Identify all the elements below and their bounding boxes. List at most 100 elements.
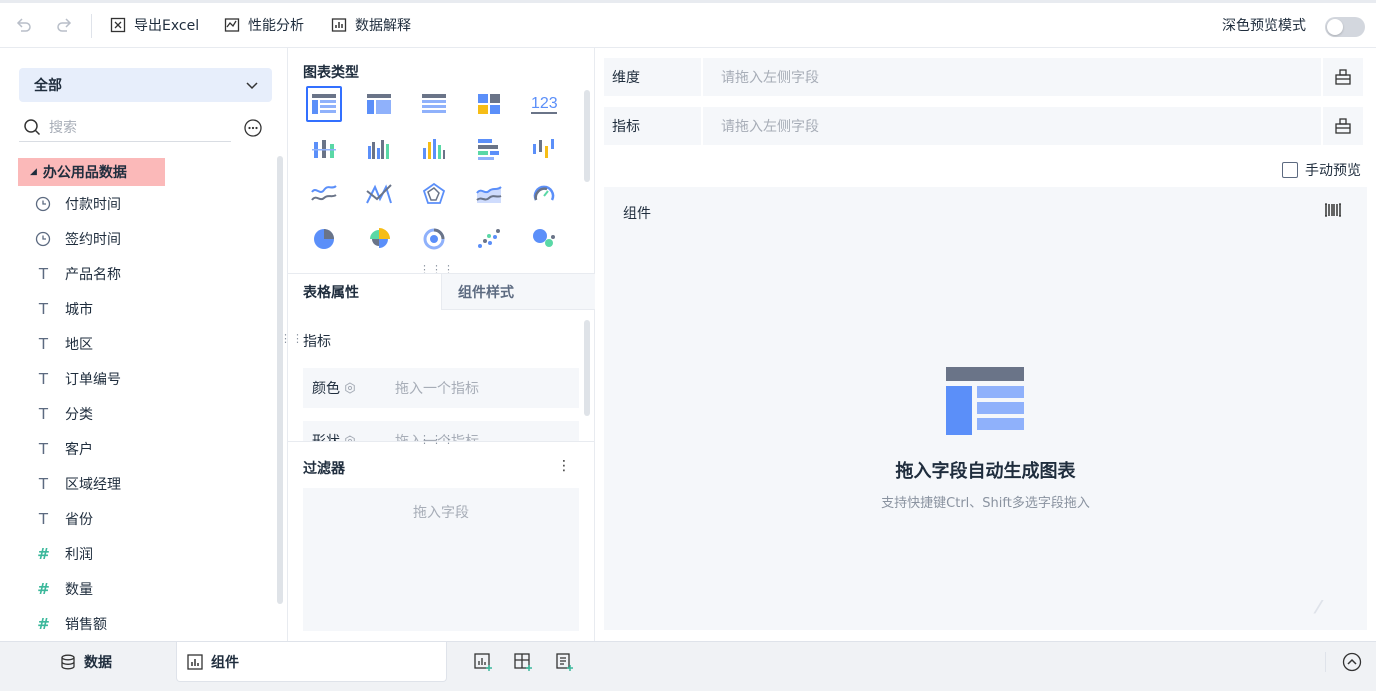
indicator-label: 指标 bbox=[303, 334, 331, 350]
canvas-panel: 维度 请拖入左侧字段 指标 请拖入左侧字段 手动预览 组件 拖入字段自动生成图表… bbox=[595, 48, 1376, 641]
dataset-name: 办公用品数据 bbox=[42, 165, 127, 181]
filter-resize-handle[interactable]: ⋮⋮⋮ bbox=[419, 434, 455, 445]
performance-analysis-button[interactable]: 性能分析 bbox=[222, 11, 304, 39]
chart-type-title: 图表类型 bbox=[303, 65, 359, 81]
add-dashboard-icon[interactable] bbox=[513, 652, 533, 672]
measure-drop-zone[interactable]: 请拖入左侧字段 bbox=[703, 107, 1321, 145]
field-item[interactable]: 付款时间 bbox=[35, 186, 265, 221]
checkbox-box[interactable] bbox=[1282, 162, 1298, 178]
tab-component-style[interactable]: 组件样式 bbox=[441, 274, 595, 310]
dataset-select[interactable]: 全部 bbox=[19, 68, 272, 102]
left-resize-handle[interactable]: ⋮⋮ bbox=[280, 333, 304, 344]
range-bar-chart-icon[interactable] bbox=[526, 131, 562, 167]
manual-preview-checkbox[interactable]: 手动预览 bbox=[1282, 160, 1361, 180]
field-item[interactable]: 签约时间 bbox=[35, 221, 265, 256]
area-chart-icon[interactable] bbox=[471, 176, 507, 212]
field-list-scrollbar[interactable] bbox=[277, 156, 283, 604]
field-item[interactable]: T 区域经理 bbox=[35, 466, 265, 501]
search-input[interactable]: 搜索 bbox=[19, 112, 231, 142]
grouped-bar-chart-icon[interactable] bbox=[361, 131, 397, 167]
field-label: 订单编号 bbox=[65, 371, 121, 388]
tab-data[interactable]: 数据 bbox=[60, 642, 112, 682]
field-item[interactable]: T 省份 bbox=[35, 501, 265, 536]
donut-chart-icon[interactable] bbox=[416, 221, 452, 257]
cross-table-chart-icon[interactable] bbox=[416, 86, 452, 122]
line-chart-icon[interactable] bbox=[306, 176, 342, 212]
add-report-icon[interactable] bbox=[554, 652, 574, 672]
filter-more-icon[interactable]: ⋮ bbox=[557, 458, 571, 474]
indicator-card-chart-icon[interactable] bbox=[471, 86, 507, 122]
component-chart-icon bbox=[187, 653, 203, 670]
data-explain-button[interactable]: 数据解释 bbox=[329, 11, 411, 39]
rose-pie-chart-icon[interactable] bbox=[361, 221, 397, 257]
search-icon bbox=[23, 118, 41, 136]
performance-analysis-label: 性能分析 bbox=[248, 18, 304, 34]
filter-drop-zone[interactable]: 拖入字段 bbox=[303, 488, 579, 631]
data-explain-icon bbox=[329, 15, 349, 35]
number-field-icon: # bbox=[37, 614, 50, 633]
stacked-bar-chart-icon[interactable] bbox=[306, 131, 342, 167]
field-item[interactable]: T 订单编号 bbox=[35, 361, 265, 396]
scatter-chart-icon[interactable] bbox=[471, 221, 507, 257]
performance-icon bbox=[222, 15, 242, 35]
settings-icon[interactable] bbox=[344, 382, 356, 394]
column-chart-icon[interactable] bbox=[416, 131, 452, 167]
chart-type-scrollbar[interactable] bbox=[584, 90, 590, 182]
undo-icon bbox=[14, 15, 34, 35]
data-panel: 全部 搜索 ◢ 办公用品数据 付款时间 签约时间 T 产品名称 T 城市 T 地区 T 订单编号 T… bbox=[0, 48, 288, 641]
horizontal-bar-chart-icon[interactable] bbox=[471, 131, 507, 167]
measure-row: 指标 请拖入左侧字段 bbox=[604, 107, 1363, 145]
radar-line-chart-icon[interactable] bbox=[361, 176, 397, 212]
field-item[interactable]: # 数量 bbox=[35, 571, 265, 606]
detail-table-chart-icon[interactable] bbox=[306, 86, 342, 122]
field-label: 区域经理 bbox=[65, 476, 121, 493]
dimension-drop-zone[interactable]: 请拖入左侧字段 bbox=[703, 58, 1321, 96]
field-item[interactable]: T 城市 bbox=[35, 291, 265, 326]
property-scrollbar[interactable] bbox=[584, 320, 590, 416]
more-options-icon[interactable] bbox=[243, 118, 263, 138]
field-item[interactable]: # 利润 bbox=[35, 536, 265, 571]
field-item[interactable]: T 地区 bbox=[35, 326, 265, 361]
toolbar: 导出Excel 性能分析 数据解释 深色预览模式 bbox=[0, 0, 1376, 48]
component-canvas[interactable]: 组件 拖入字段自动生成图表 支持快捷键Ctrl、Shift多选字段拖入 ⁄ bbox=[604, 187, 1367, 630]
dark-preview-toggle[interactable] bbox=[1325, 17, 1365, 37]
number-field-icon: # bbox=[37, 544, 50, 563]
field-label: 付款时间 bbox=[65, 196, 121, 213]
field-item[interactable]: T 产品名称 bbox=[35, 256, 265, 291]
chevron-down-icon bbox=[244, 77, 260, 93]
measure-hierarchy-icon[interactable] bbox=[1323, 107, 1363, 145]
add-component-icon[interactable] bbox=[473, 652, 493, 672]
group-table-chart-icon[interactable] bbox=[361, 86, 397, 122]
barcode-icon[interactable] bbox=[1324, 201, 1342, 219]
redo-button[interactable] bbox=[54, 11, 74, 39]
text-field-icon: T bbox=[38, 264, 49, 283]
field-list: 付款时间 签约时间 T 产品名称 T 城市 T 地区 T 订单编号 T 分类 T 客户 T 区域经理 T 省份 # 利… bbox=[35, 186, 265, 641]
undo-button[interactable] bbox=[14, 11, 34, 39]
kpi-number-chart-icon[interactable]: 123 bbox=[526, 86, 562, 122]
radar-chart-icon[interactable] bbox=[416, 176, 452, 212]
text-field-icon: T bbox=[38, 299, 49, 318]
resize-corner-icon: ⁄ bbox=[1317, 597, 1321, 618]
field-label: 地区 bbox=[65, 336, 93, 353]
gauge-chart-icon[interactable] bbox=[526, 176, 562, 212]
color-drop-zone[interactable]: 颜色 拖入一个指标 bbox=[303, 368, 579, 408]
text-field-icon: T bbox=[38, 404, 49, 423]
dark-preview-text: 深色预览模式 bbox=[1222, 18, 1306, 34]
tab-table-properties[interactable]: 表格属性 bbox=[303, 274, 359, 310]
text-field-icon: T bbox=[38, 369, 49, 388]
export-excel-button[interactable]: 导出Excel bbox=[108, 11, 199, 39]
bubble-chart-icon[interactable] bbox=[526, 221, 562, 257]
tab-component[interactable]: 组件 bbox=[176, 642, 447, 682]
pie-chart-icon[interactable] bbox=[306, 221, 342, 257]
dataset-tree-root[interactable]: ◢ 办公用品数据 bbox=[18, 158, 165, 186]
dimension-hierarchy-icon[interactable] bbox=[1323, 58, 1363, 96]
canvas-title: 组件 bbox=[623, 206, 651, 222]
field-item[interactable]: T 分类 bbox=[35, 396, 265, 431]
collapse-up-icon[interactable] bbox=[1342, 652, 1362, 672]
field-label: 省份 bbox=[65, 511, 93, 528]
field-item[interactable]: T 客户 bbox=[35, 431, 265, 466]
field-item[interactable]: # 销售额 bbox=[35, 606, 265, 641]
search-placeholder: 搜索 bbox=[49, 119, 77, 136]
text-field-icon: T bbox=[38, 474, 49, 493]
text-field-icon: T bbox=[38, 509, 49, 528]
